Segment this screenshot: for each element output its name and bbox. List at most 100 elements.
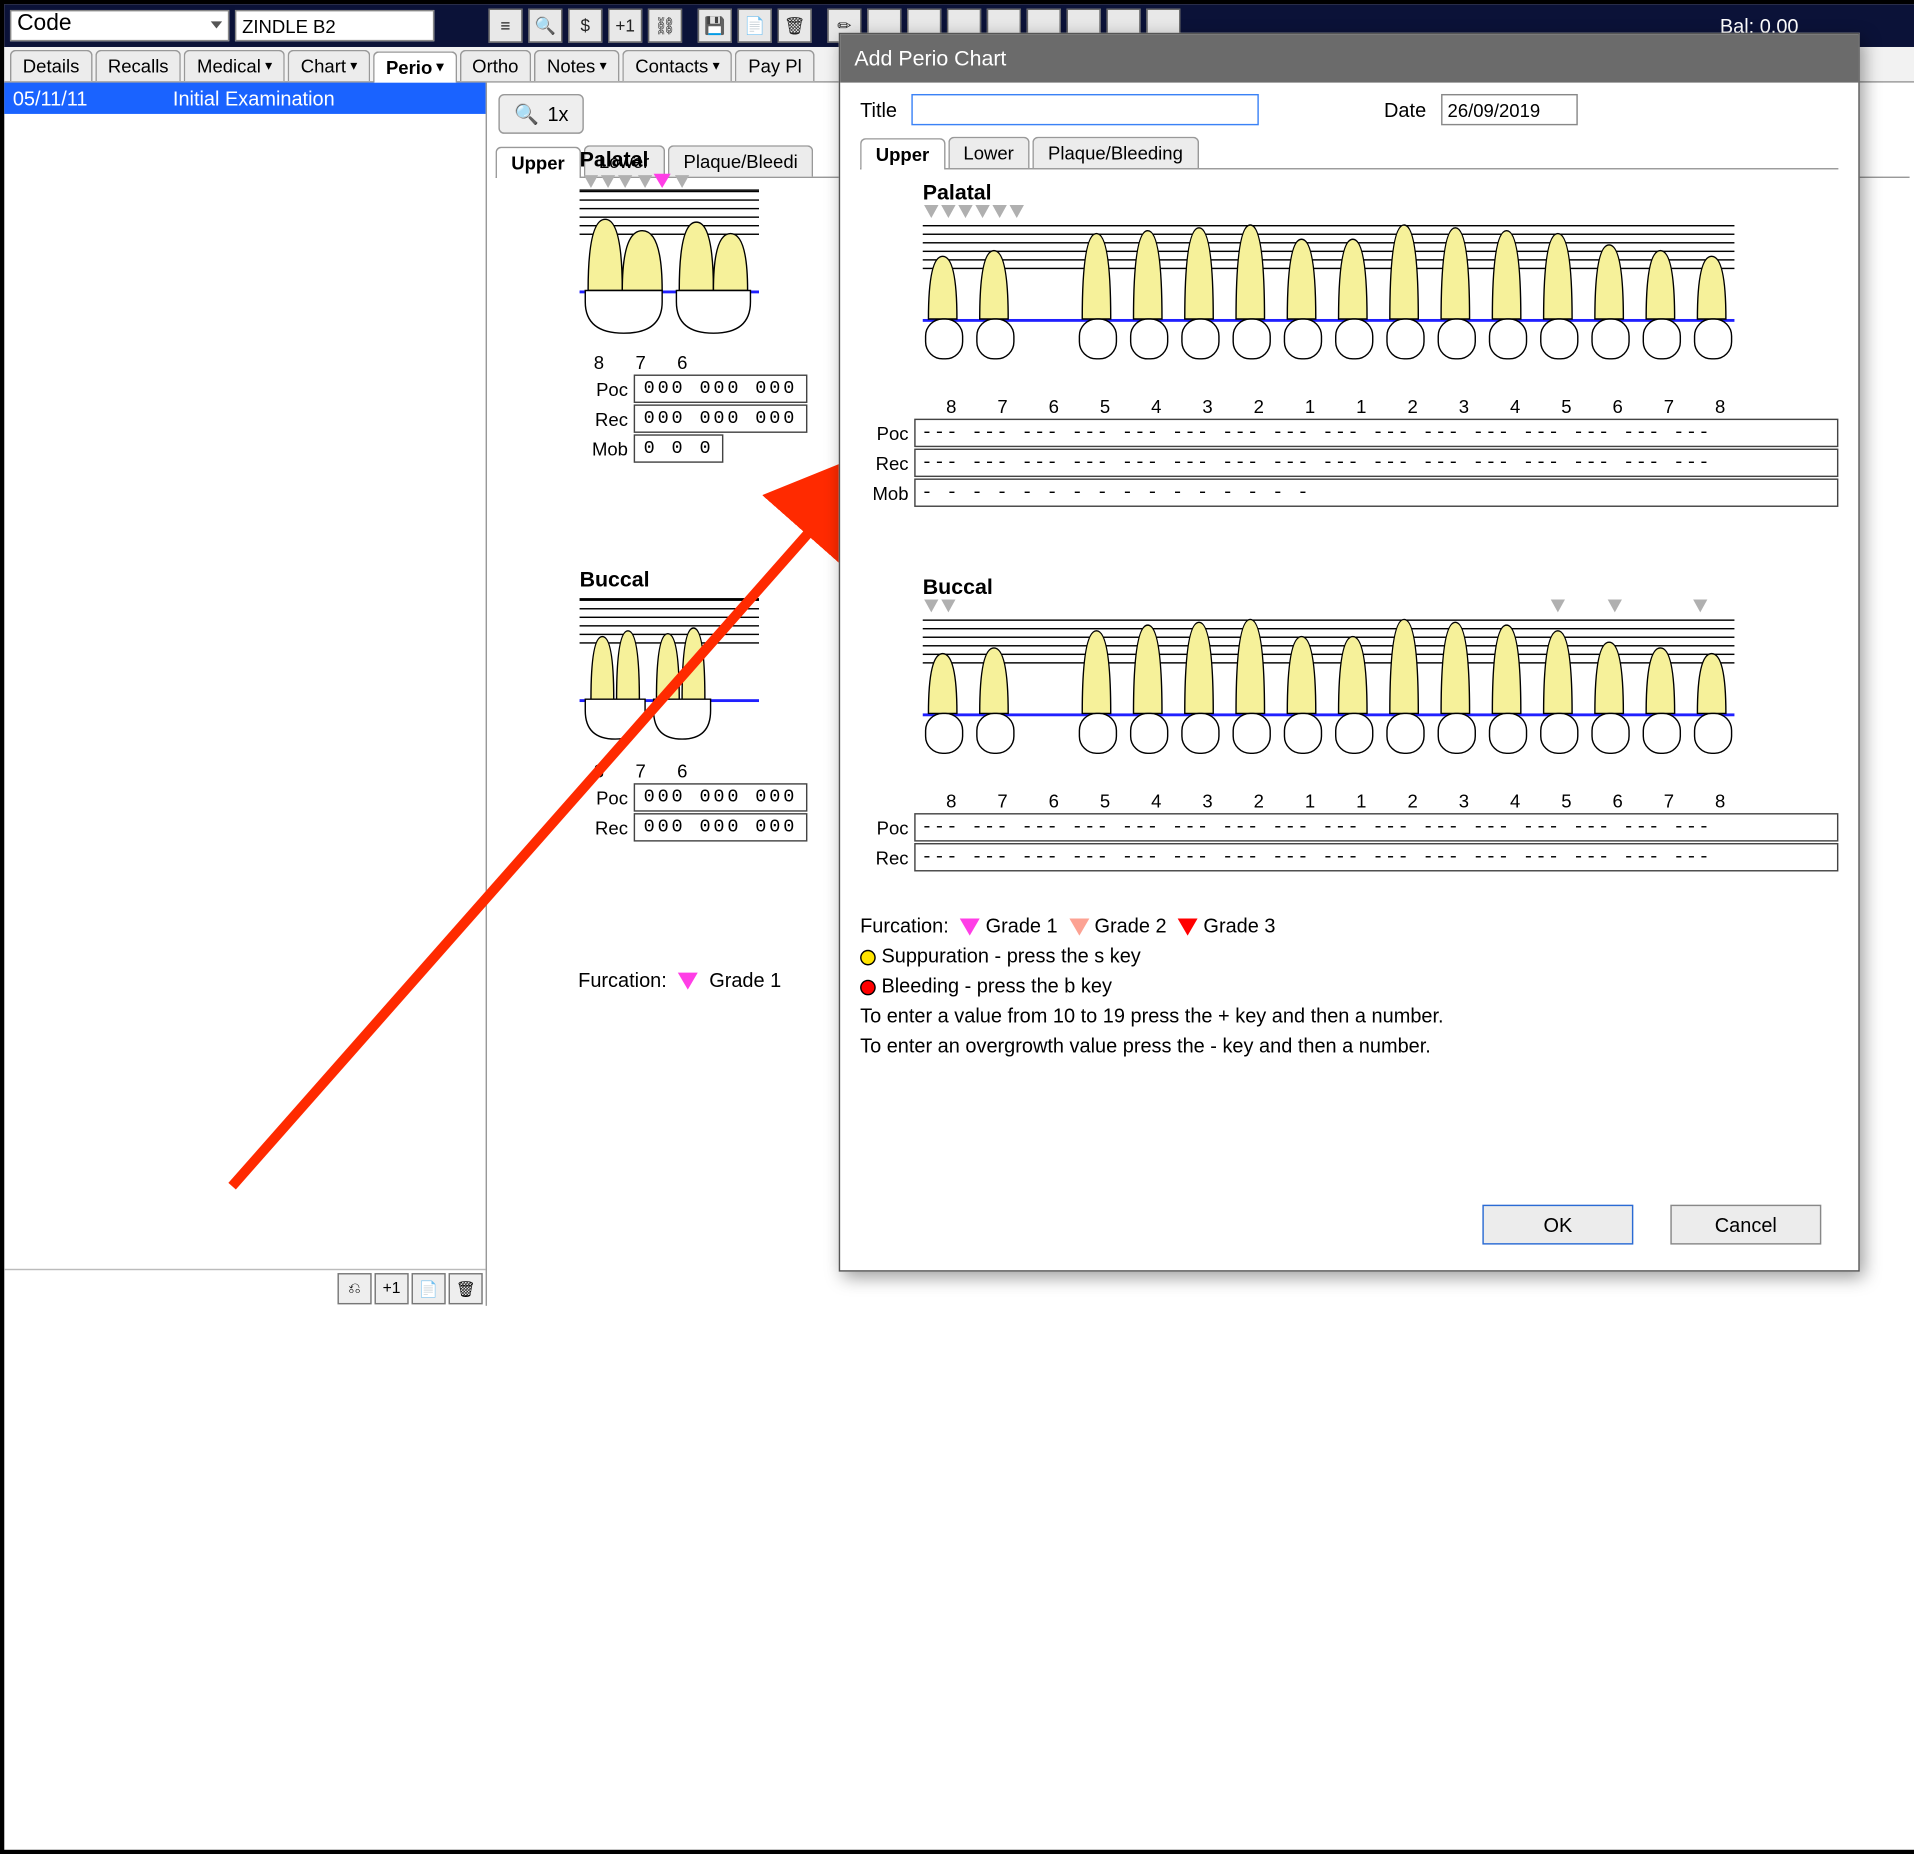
tooth-numbers: 8765432112345678 (923, 396, 1839, 417)
copy-icon: 📄 (419, 1279, 439, 1298)
patient-name-input[interactable] (235, 10, 434, 41)
zoom-control[interactable]: 🔍 1x (498, 94, 584, 134)
mob-label: Mob (580, 438, 628, 459)
furc-marker-icon (618, 175, 632, 188)
toolbar-btn-search[interactable]: 🔍 (528, 9, 562, 43)
tab-ortho[interactable]: Ortho (459, 50, 531, 81)
title-input[interactable] (911, 94, 1258, 125)
plus-one-icon: +1 (615, 16, 634, 36)
tab-details[interactable]: Details (10, 50, 92, 81)
chevron-down-icon: ▾ (600, 58, 607, 74)
palatal-heading: Palatal (580, 148, 858, 172)
date-input[interactable] (1440, 94, 1577, 125)
bottom-btn-split[interactable]: ⎌ (337, 1273, 371, 1304)
bottom-btn-copy[interactable]: 📄 (412, 1273, 446, 1304)
modal-poc-buccal[interactable]: --- --- --- --- --- --- --- --- --- --- … (914, 813, 1838, 841)
toolbar-btn-save[interactable]: 💾 (698, 9, 732, 43)
modal-rec-buccal[interactable]: --- --- --- --- --- --- --- --- --- --- … (914, 843, 1838, 871)
rec-label: Rec (580, 817, 628, 838)
poc-label: Poc (580, 378, 628, 399)
buccal-teeth-chart (923, 602, 1735, 787)
modal-subtab-plaque[interactable]: Plaque/Bleeding (1032, 137, 1198, 168)
modal-mob-label: Mob (860, 482, 908, 503)
furcation-label: Furcation: (860, 914, 949, 937)
title-field-label: Title (860, 98, 897, 121)
legend: Furcation: Grade 1 Grade 2 Grade 3 Suppu… (860, 911, 1838, 1061)
furc-grade1-icon (654, 174, 671, 188)
save-icon: 💾 (704, 16, 725, 36)
toolbar-btn-copy[interactable]: 📄 (738, 9, 772, 43)
modal-rec-label-b: Rec (860, 847, 908, 868)
furc-marker-icon (638, 175, 652, 188)
chevron-down-icon: ▾ (350, 58, 357, 74)
rec-label: Rec (580, 408, 628, 429)
suppuration-icon (860, 950, 876, 966)
bottom-btn-plusone[interactable]: +1 (375, 1273, 409, 1304)
palatal-teeth-chart (923, 208, 1735, 393)
plus-one-icon: +1 (383, 1280, 401, 1297)
trash-icon: 🗑 (784, 16, 806, 36)
toolbar-btn-dollar[interactable]: $ (568, 9, 602, 43)
help-text-1: To enter a value from 10 to 19 press the… (860, 1001, 1838, 1031)
chevron-down-icon: ▾ (265, 58, 272, 74)
poc-label: Poc (580, 787, 628, 808)
dollar-icon: $ (581, 16, 591, 36)
bleeding-icon (860, 979, 876, 995)
subtab-upper[interactable]: Upper (496, 147, 581, 178)
tab-chart[interactable]: Chart▾ (288, 50, 370, 81)
modal-subtab-upper[interactable]: Upper (860, 138, 945, 169)
poc-values[interactable]: 000 000 000 (634, 375, 807, 403)
chevron-down-icon (211, 21, 222, 28)
date-field-label: Date (1384, 98, 1426, 121)
tab-notes[interactable]: Notes▾ (534, 50, 619, 81)
tooth-numbers-buccal: 8765432112345678 (923, 790, 1839, 811)
poc-values-buccal[interactable]: 000 000 000 (634, 783, 807, 811)
list-icon: ≡ (501, 16, 511, 36)
modal-poc-palatal[interactable]: --- --- --- --- --- --- --- --- --- --- … (914, 419, 1838, 447)
chevron-down-icon: ▾ (437, 60, 444, 76)
exam-title: Initial Examination (173, 87, 335, 110)
trash-icon: 🗑 (456, 1279, 476, 1298)
toolbar-btn-delete[interactable]: 🗑 (778, 9, 812, 43)
furc-marker-icon (675, 175, 689, 188)
rec-values[interactable]: 000 000 000 (634, 404, 807, 432)
grade1-triangle-icon (678, 973, 698, 990)
zoom-level: 1x (547, 103, 568, 126)
split-icon: ⎌ (348, 1279, 361, 1298)
toolbar-btn-link[interactable]: ⛓ (648, 9, 682, 43)
modal-poc-label: Poc (860, 422, 908, 443)
exam-date: 05/11/11 (13, 87, 88, 110)
grade3-triangle-icon (1178, 919, 1198, 936)
tab-perio[interactable]: Perio▾ (373, 51, 456, 82)
modal-subtab-lower[interactable]: Lower (948, 137, 1030, 168)
bottom-btn-delete[interactable]: 🗑 (449, 1273, 483, 1304)
copy-icon: 📄 (744, 16, 765, 36)
chevron-down-icon: ▾ (713, 58, 720, 74)
exam-list-item[interactable]: 05/11/11 Initial Examination (4, 83, 485, 114)
toolbar-btn-list[interactable]: ≡ (488, 9, 522, 43)
tab-pay[interactable]: Pay Pl (735, 50, 814, 81)
furcation-label: Furcation: (578, 968, 667, 991)
tab-recalls[interactable]: Recalls (95, 50, 181, 81)
tab-contacts[interactable]: Contacts▾ (622, 50, 732, 81)
buccal-heading: Buccal (580, 568, 858, 592)
exam-list-panel: 05/11/11 Initial Examination ⎌ +1 📄 🗑 (4, 83, 487, 1306)
mob-values[interactable]: 0 0 0 (634, 434, 724, 462)
modal-rec-palatal[interactable]: --- --- --- --- --- --- --- --- --- --- … (914, 449, 1838, 477)
link-icon: ⛓ (654, 16, 676, 36)
tab-medical[interactable]: Medical▾ (184, 50, 285, 81)
grade2-triangle-icon (1069, 919, 1089, 936)
ok-button[interactable]: OK (1482, 1205, 1633, 1245)
grade1-label: Grade 1 (709, 968, 781, 991)
grade1-triangle-icon (960, 919, 980, 936)
cancel-button[interactable]: Cancel (1670, 1205, 1821, 1245)
modal-buccal-heading: Buccal (923, 575, 1839, 599)
dialog-title: Add Perio Chart (840, 34, 1858, 82)
rec-values-buccal[interactable]: 000 000 000 (634, 813, 807, 841)
modal-mob-palatal[interactable]: - - - - - - - - - - - - - - - - (914, 478, 1838, 506)
toolbar-btn-plusone[interactable]: +1 (608, 9, 642, 43)
code-dropdown[interactable]: Code (10, 10, 229, 41)
help-text-2: To enter an overgrowth value press the -… (860, 1031, 1838, 1061)
code-dropdown-label: Code (17, 11, 71, 35)
search-icon: 🔍 (535, 16, 556, 36)
